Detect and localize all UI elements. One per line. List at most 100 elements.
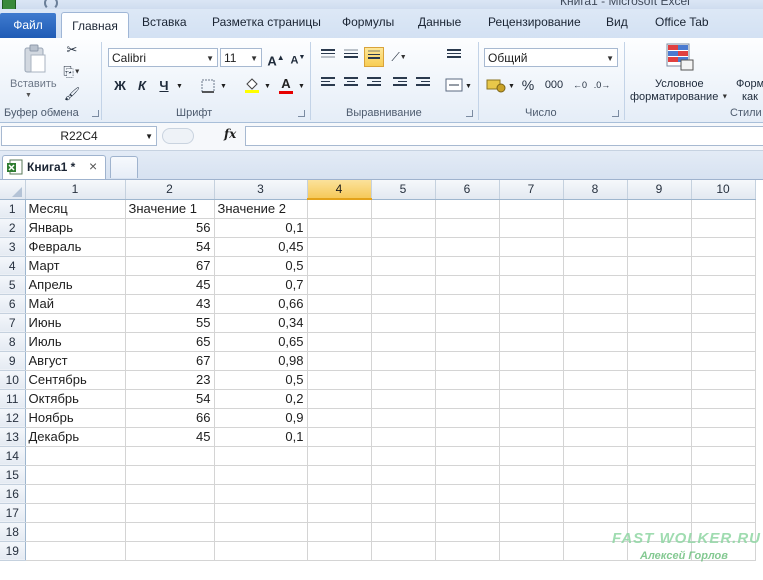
cell[interactable]: 0,65 xyxy=(214,332,308,352)
column-header[interactable]: 5 xyxy=(371,180,436,200)
cell[interactable] xyxy=(371,218,436,238)
cell[interactable] xyxy=(563,484,628,504)
borders-dropdown-icon[interactable]: ▼ xyxy=(220,83,227,90)
clipboard-launcher-icon[interactable] xyxy=(92,110,99,117)
cell[interactable] xyxy=(563,275,628,295)
row-header[interactable]: 19 xyxy=(0,541,26,561)
cell[interactable]: 45 xyxy=(125,427,215,447)
column-header[interactable]: 4 xyxy=(307,180,372,200)
font-launcher-icon[interactable] xyxy=(298,110,305,117)
cell[interactable] xyxy=(435,294,500,314)
cell[interactable] xyxy=(25,465,126,485)
align-right-icon[interactable] xyxy=(364,75,384,95)
tab-view[interactable]: Вид xyxy=(606,15,628,29)
number-launcher-icon[interactable] xyxy=(612,110,619,117)
underline-button[interactable]: Ч xyxy=(154,76,174,96)
row-header[interactable]: 14 xyxy=(0,446,26,466)
cell[interactable] xyxy=(563,408,628,428)
cell[interactable] xyxy=(371,484,436,504)
cell[interactable] xyxy=(499,446,564,466)
underline-dropdown-icon[interactable]: ▼ xyxy=(176,83,183,90)
merge-center-icon[interactable] xyxy=(444,75,464,95)
cell[interactable] xyxy=(499,256,564,276)
cell[interactable] xyxy=(691,256,756,276)
cell[interactable]: 23 xyxy=(125,370,215,390)
cell[interactable] xyxy=(627,389,692,409)
cell[interactable]: 66 xyxy=(125,408,215,428)
cell[interactable] xyxy=(691,275,756,295)
cell[interactable] xyxy=(691,427,756,447)
cell[interactable] xyxy=(691,389,756,409)
cell[interactable] xyxy=(563,465,628,485)
cell[interactable]: Август xyxy=(25,351,126,371)
cell[interactable] xyxy=(435,465,500,485)
cell[interactable] xyxy=(499,370,564,390)
orientation-icon[interactable]: ⟋▼ xyxy=(389,47,409,67)
cell[interactable] xyxy=(627,199,692,219)
cell[interactable] xyxy=(563,256,628,276)
cell[interactable] xyxy=(563,389,628,409)
cell[interactable] xyxy=(627,313,692,333)
font-name-select[interactable]: Calibri ▼ xyxy=(108,48,218,67)
cell[interactable]: 67 xyxy=(125,256,215,276)
cell[interactable] xyxy=(307,332,372,352)
cell[interactable] xyxy=(371,522,436,542)
conditional-formatting-label-1[interactable]: Условное xyxy=(655,78,704,90)
cell[interactable]: 56 xyxy=(125,218,215,238)
alignment-launcher-icon[interactable] xyxy=(466,110,473,117)
cell[interactable] xyxy=(371,541,436,561)
row-header[interactable]: 8 xyxy=(0,332,26,352)
cell[interactable]: 0,5 xyxy=(214,256,308,276)
cell[interactable] xyxy=(627,370,692,390)
cell[interactable] xyxy=(371,294,436,314)
tab-file[interactable]: Файл xyxy=(0,13,56,38)
cell[interactable] xyxy=(691,370,756,390)
cell[interactable] xyxy=(627,446,692,466)
cell[interactable] xyxy=(307,427,372,447)
cell[interactable] xyxy=(627,351,692,371)
cell[interactable]: Значение 2 xyxy=(214,199,308,219)
cell[interactable] xyxy=(499,199,564,219)
cell[interactable] xyxy=(563,294,628,314)
cell[interactable]: 54 xyxy=(125,389,215,409)
cell[interactable] xyxy=(307,294,372,314)
currency-dropdown-icon[interactable]: ▼ xyxy=(508,83,515,90)
cell[interactable] xyxy=(214,484,308,504)
cell[interactable] xyxy=(307,256,372,276)
row-header[interactable]: 16 xyxy=(0,484,26,504)
cell[interactable]: Июль xyxy=(25,332,126,352)
align-middle-icon[interactable] xyxy=(341,47,361,67)
tab-page-layout[interactable]: Разметка страницы xyxy=(212,15,321,29)
column-header[interactable]: 7 xyxy=(499,180,564,200)
paste-label[interactable]: Вставить xyxy=(10,78,57,90)
workbook-tab[interactable]: Книга1 * × xyxy=(2,155,106,179)
cell[interactable]: 0,7 xyxy=(214,275,308,295)
cell[interactable] xyxy=(627,218,692,238)
excel-app-icon[interactable] xyxy=(2,0,16,9)
cell[interactable] xyxy=(214,522,308,542)
cell[interactable] xyxy=(691,237,756,257)
increase-indent-icon[interactable] xyxy=(413,75,433,95)
cell[interactable] xyxy=(499,313,564,333)
row-header[interactable]: 2 xyxy=(0,218,26,238)
cell[interactable] xyxy=(307,199,372,219)
cell[interactable]: Апрель xyxy=(25,275,126,295)
cell[interactable] xyxy=(691,484,756,504)
column-header[interactable]: 9 xyxy=(627,180,692,200)
tab-insert[interactable]: Вставка xyxy=(142,15,187,29)
cell[interactable] xyxy=(499,522,564,542)
row-header[interactable]: 5 xyxy=(0,275,26,295)
grow-font-button[interactable]: A▲ xyxy=(266,48,286,68)
cell[interactable]: 65 xyxy=(125,332,215,352)
borders-button[interactable] xyxy=(198,76,218,96)
cell[interactable] xyxy=(307,351,372,371)
wrap-text-icon[interactable] xyxy=(444,47,464,67)
cell[interactable] xyxy=(214,446,308,466)
format-painter-icon[interactable]: 🖌 xyxy=(62,84,82,104)
cell[interactable] xyxy=(371,256,436,276)
cell[interactable] xyxy=(371,275,436,295)
column-header[interactable]: 2 xyxy=(125,180,215,200)
row-header[interactable]: 13 xyxy=(0,427,26,447)
merge-dropdown-icon[interactable]: ▼ xyxy=(465,83,472,90)
new-workbook-tab-button[interactable] xyxy=(110,156,138,178)
